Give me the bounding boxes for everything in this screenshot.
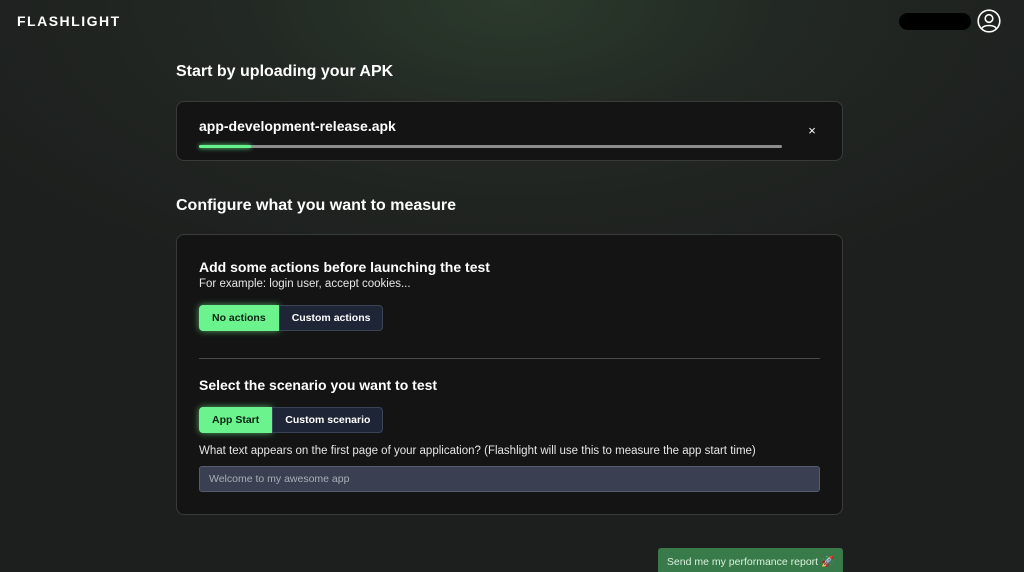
user-circle-icon[interactable] (977, 9, 1001, 33)
actions-toggle: No actions Custom actions (199, 305, 384, 331)
send-report-button[interactable]: Send me my performance report 🚀 (658, 548, 843, 572)
configure-section-title: Configure what you want to measure (176, 197, 457, 214)
configure-card: Add some actions before launching the te… (176, 234, 843, 515)
custom-scenario-button[interactable]: Custom scenario (272, 407, 384, 433)
app-start-question: What text appears on the first page of y… (199, 445, 756, 457)
scenario-toggle: App Start Custom scenario (199, 407, 384, 433)
upload-progress-fill (199, 145, 252, 148)
actions-question-title: Add some actions before launching the te… (199, 259, 490, 275)
upload-card: app-development-release.apk × (176, 101, 843, 161)
redacted-username (899, 13, 971, 30)
upload-section-title: Start by uploading your APK (176, 63, 394, 80)
divider (199, 358, 820, 359)
actions-question-subtitle: For example: login user, accept cookies.… (199, 278, 411, 290)
logo[interactable]: FLASHLIGHT (17, 13, 121, 29)
scenario-question-title: Select the scenario you want to test (199, 377, 438, 393)
app-start-button[interactable]: App Start (199, 407, 273, 433)
custom-actions-button[interactable]: Custom actions (278, 305, 384, 331)
close-icon[interactable]: × (805, 124, 819, 138)
upload-progress-bar (199, 145, 782, 148)
first-page-text-input[interactable] (199, 466, 820, 492)
top-bar: FLASHLIGHT (0, 0, 1024, 44)
file-name: app-development-release.apk (199, 118, 396, 134)
no-actions-button[interactable]: No actions (199, 305, 279, 331)
